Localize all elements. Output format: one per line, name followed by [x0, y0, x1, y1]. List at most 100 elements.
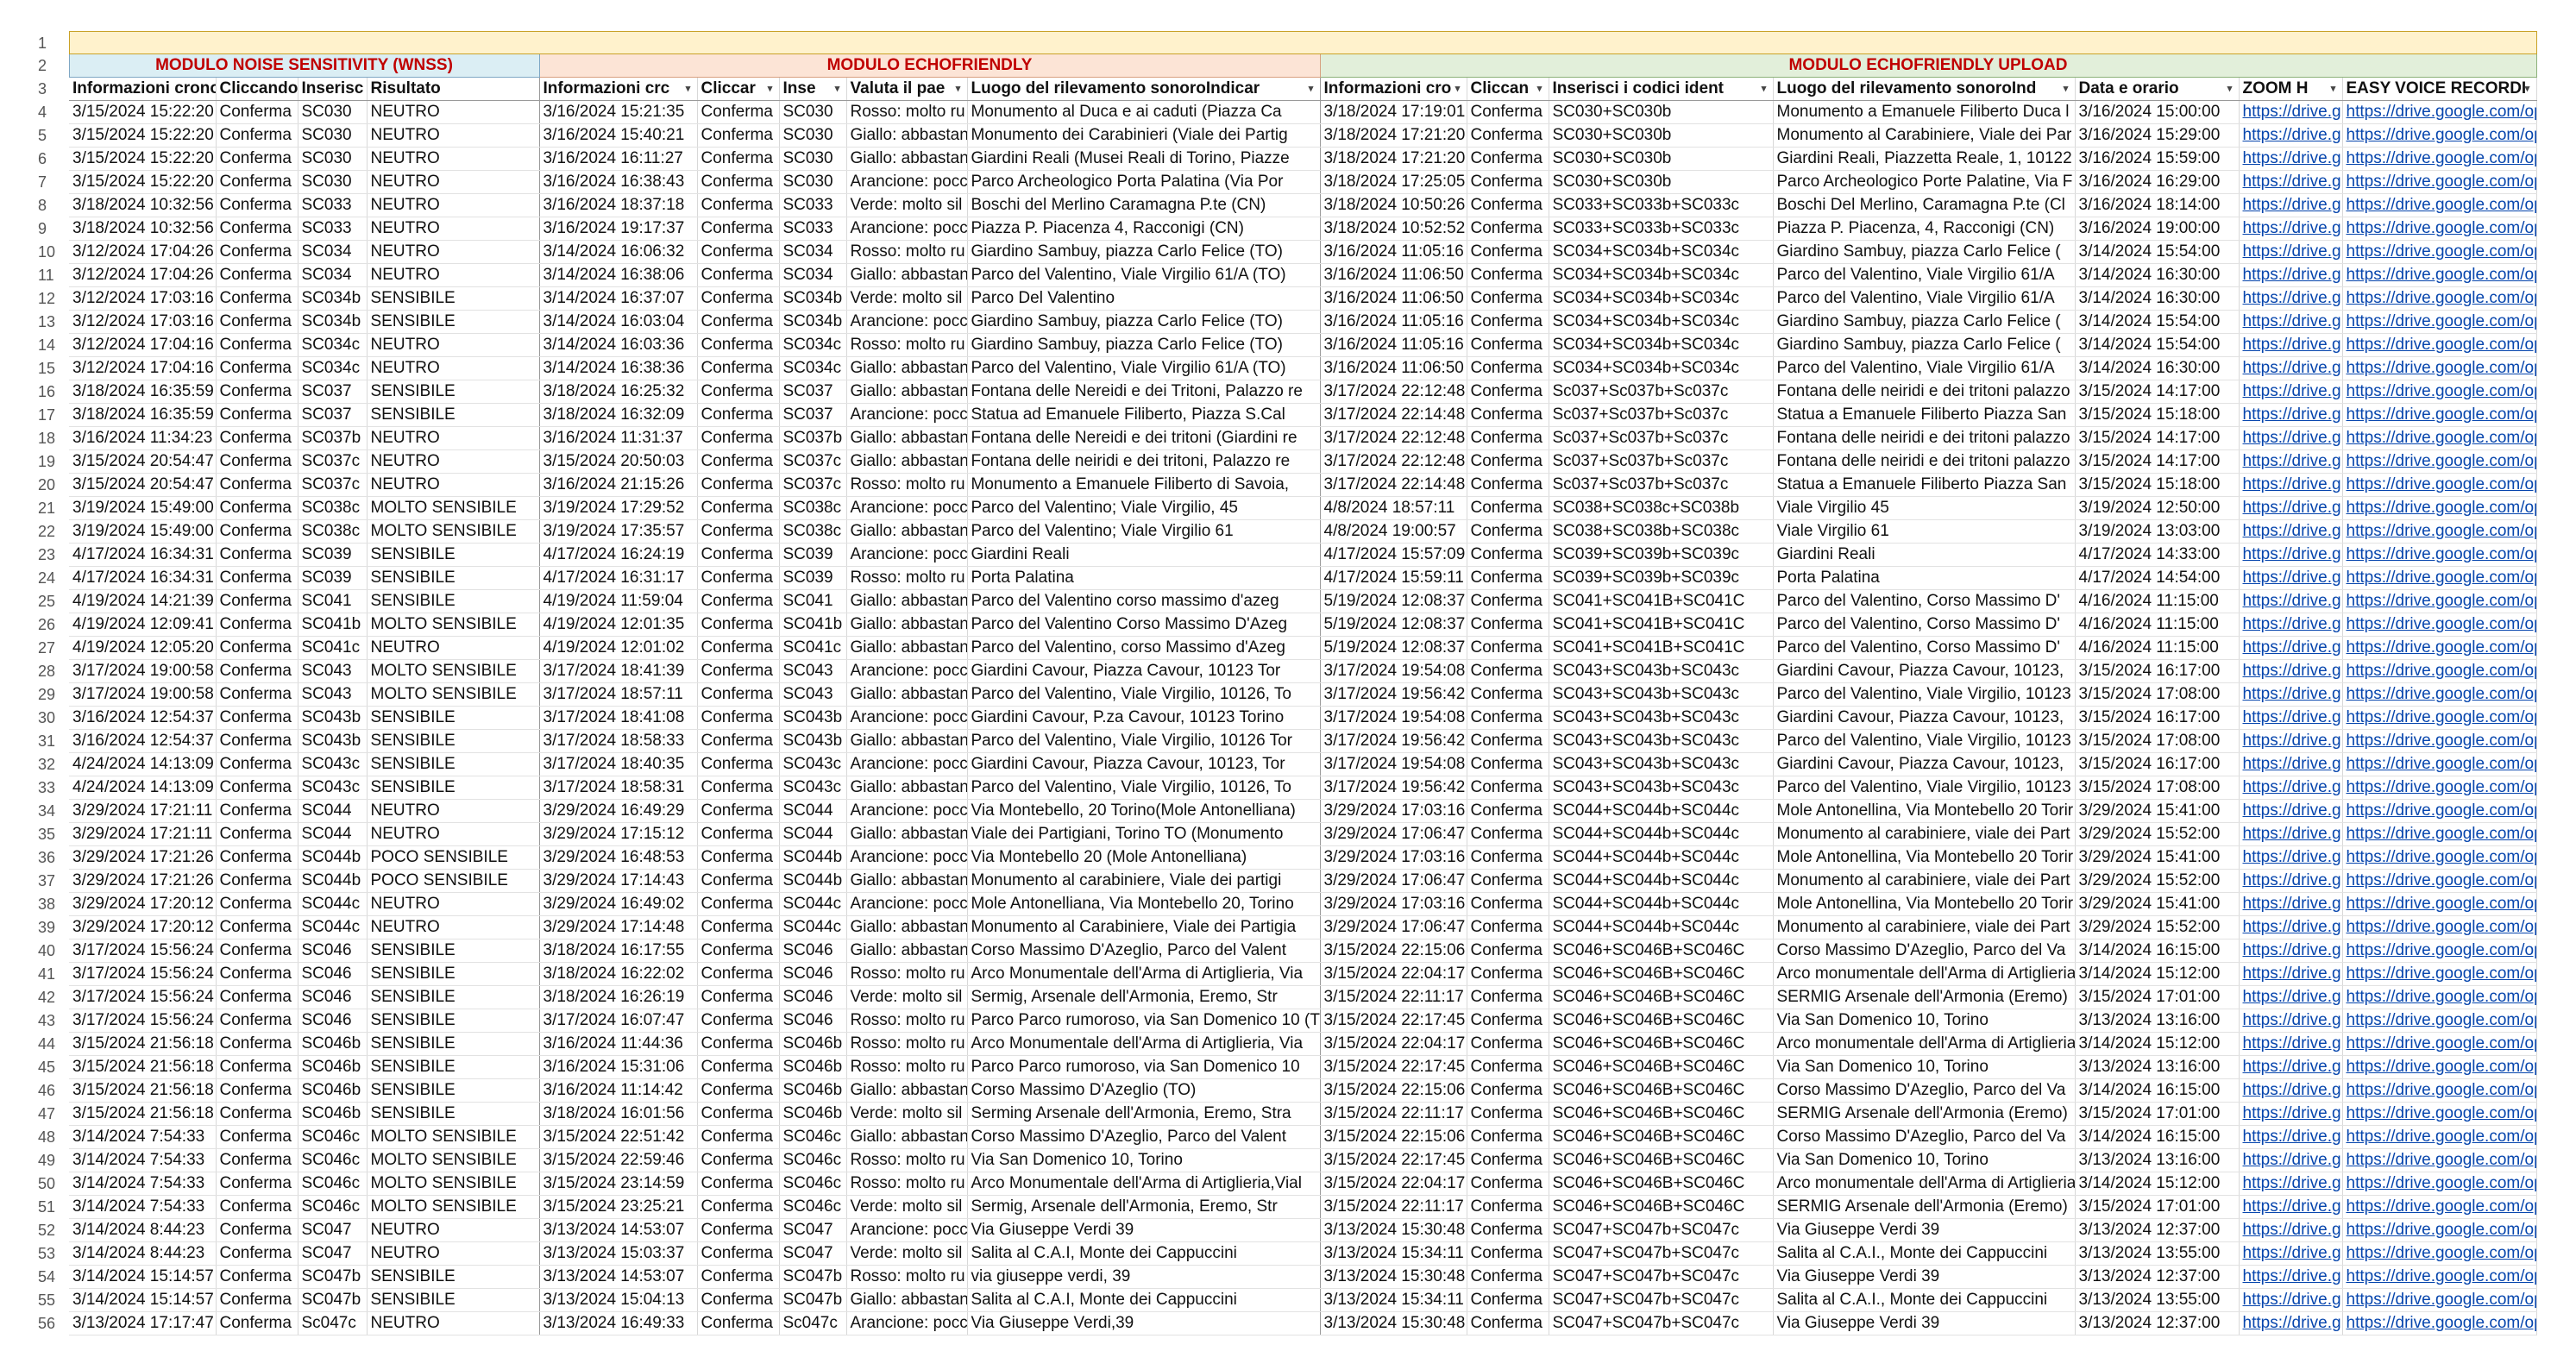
table-cell[interactable]: Conferma	[1467, 636, 1549, 660]
table-cell[interactable]: SC044b	[779, 845, 847, 870]
table-cell[interactable]: 5/19/2024 12:08:37	[1320, 613, 1467, 637]
table-cell[interactable]: Conferma	[697, 589, 780, 613]
table-cell[interactable]: 3/16/2024 12:54:37	[69, 706, 217, 730]
table-cell[interactable]: Via San Domenico 10, Torino	[967, 1148, 1321, 1172]
table-cell[interactable]: 3/14/2024 16:38:36	[539, 356, 698, 380]
table-cell[interactable]: 3/13/2024 15:04:13	[539, 1288, 698, 1312]
table-cell[interactable]: Giallo: abbastan	[846, 356, 968, 380]
drive-link-cell[interactable]: https://drive.google.com/ope	[2342, 659, 2537, 683]
table-cell[interactable]: SC047+SC047b+SC047c	[1549, 1311, 1774, 1335]
table-cell[interactable]: 3/15/2024 22:15:06	[1320, 939, 1467, 963]
table-cell[interactable]: SC034	[298, 240, 368, 264]
table-cell[interactable]: Conferma	[216, 496, 298, 520]
table-cell[interactable]: 3/15/2024 17:01:00	[2075, 1195, 2240, 1219]
filter-dropdown-icon[interactable]: ▾	[2060, 83, 2072, 95]
table-cell[interactable]: SC033+SC033b+SC033c	[1549, 193, 1774, 217]
table-cell[interactable]: Via San Domenico 10, Torino	[1773, 1148, 2076, 1172]
table-cell[interactable]: SC044	[779, 799, 847, 823]
table-cell[interactable]: Rosso: molto ru	[846, 1009, 968, 1033]
table-cell[interactable]: Conferma	[216, 403, 298, 427]
table-cell[interactable]: SC044	[779, 822, 847, 846]
table-cell[interactable]: 4/8/2024 19:00:57	[1320, 519, 1467, 544]
table-cell[interactable]: 3/15/2024 23:14:59	[539, 1172, 698, 1196]
column-header[interactable]: Inserisci i codici ident ▾	[1549, 77, 1774, 101]
table-cell[interactable]: 3/29/2024 15:52:00	[2075, 822, 2240, 846]
table-cell[interactable]: Conferma	[216, 286, 298, 311]
drive-link-cell[interactable]: https://drive.google.com/ope	[2342, 426, 2537, 450]
table-cell[interactable]: Conferma	[216, 519, 298, 544]
table-cell[interactable]: 3/14/2024 15:54:00	[2075, 310, 2240, 334]
table-cell[interactable]: SC047	[779, 1241, 847, 1266]
table-cell[interactable]: SC043c	[779, 752, 847, 776]
column-header[interactable]: Inse ▾	[779, 77, 847, 101]
table-cell[interactable]: Conferma	[1467, 426, 1549, 450]
table-cell[interactable]: Via Giuseppe Verdi 39	[1773, 1311, 2076, 1335]
table-cell[interactable]: Conferma	[216, 706, 298, 730]
table-cell[interactable]: Conferma	[216, 380, 298, 404]
table-cell[interactable]: Viale dei Partigiani, Torino TO (Monumen…	[967, 822, 1321, 846]
table-cell[interactable]: 3/13/2024 14:53:07	[539, 1218, 698, 1242]
table-cell[interactable]: SC041+SC041B+SC041C	[1549, 589, 1774, 613]
table-cell[interactable]: Monumento a Emanuele Filiberto di Savoia…	[967, 473, 1321, 497]
table-cell[interactable]: SC041	[779, 589, 847, 613]
table-cell[interactable]: SC041c	[779, 636, 847, 660]
table-cell[interactable]: SC046c	[779, 1125, 847, 1149]
table-cell[interactable]: Giallo: abbastan	[846, 636, 968, 660]
table-cell[interactable]: 4/24/2024 14:13:09	[69, 776, 217, 800]
table-cell[interactable]: Giardini Reali	[1773, 543, 2076, 567]
table-cell[interactable]: NEUTRO	[367, 636, 540, 660]
table-cell[interactable]: Parco del Valentino Corso Massimo D'Azeg	[967, 613, 1321, 637]
table-cell[interactable]: 3/12/2024 17:03:16	[69, 286, 217, 311]
table-cell[interactable]: SC039+SC039b+SC039c	[1549, 543, 1774, 567]
table-cell[interactable]: 3/29/2024 17:20:12	[69, 892, 217, 916]
row-number[interactable]: 23	[35, 543, 69, 567]
table-cell[interactable]: Via Giuseppe Verdi 39	[1773, 1265, 2076, 1289]
table-cell[interactable]: Conferma	[697, 939, 780, 963]
table-cell[interactable]: MOLTO SENSIBILE	[367, 1195, 540, 1219]
row-number[interactable]: 36	[35, 845, 69, 870]
table-cell[interactable]: SC047	[298, 1218, 368, 1242]
table-cell[interactable]: NEUTRO	[367, 356, 540, 380]
table-cell[interactable]: SC046c	[779, 1148, 847, 1172]
table-cell[interactable]: Conferma	[697, 286, 780, 311]
table-cell[interactable]: SENSIBILE	[367, 589, 540, 613]
drive-link-cell[interactable]: https://drive.google.com/ope	[2342, 589, 2537, 613]
table-cell[interactable]: Conferma	[216, 543, 298, 567]
table-cell[interactable]: Statua a Emanuele Filiberto Piazza San	[1773, 403, 2076, 427]
table-cell[interactable]: Conferma	[697, 706, 780, 730]
table-cell[interactable]: 3/29/2024 16:48:53	[539, 845, 698, 870]
table-cell[interactable]: SENSIBILE	[367, 1102, 540, 1126]
drive-link-cell[interactable]: https://drive.g	[2239, 962, 2343, 986]
table-cell[interactable]: 3/16/2024 18:37:18	[539, 193, 698, 217]
table-cell[interactable]: Via Giuseppe Verdi,39	[967, 1311, 1321, 1335]
table-cell[interactable]: 3/15/2024 15:22:20	[69, 100, 217, 124]
table-cell[interactable]: SC046	[779, 985, 847, 1009]
drive-link-cell[interactable]: https://drive.google.com/ope	[2342, 915, 2537, 940]
table-cell[interactable]: 3/29/2024 17:03:16	[1320, 845, 1467, 870]
table-cell[interactable]: Arancione: pocc	[846, 1311, 968, 1335]
table-cell[interactable]: Conferma	[697, 682, 780, 707]
table-cell[interactable]: Monumento al carabiniere, Viale dei part…	[967, 869, 1321, 893]
table-cell[interactable]: Piazza P. Piacenza 4, Racconigi (CN)	[967, 217, 1321, 241]
table-cell[interactable]: 3/17/2024 15:56:24	[69, 985, 217, 1009]
drive-link-cell[interactable]: https://drive.google.com/ope	[2342, 636, 2537, 660]
table-cell[interactable]: Conferma	[216, 147, 298, 171]
table-cell[interactable]: Parco Archeologico Porte Palatine, Via F	[1773, 170, 2076, 194]
table-cell[interactable]: 3/14/2024 16:03:04	[539, 310, 698, 334]
table-cell[interactable]: Conferma	[697, 426, 780, 450]
row-number[interactable]: 5	[35, 123, 69, 148]
drive-link-cell[interactable]: https://drive.g	[2239, 589, 2343, 613]
row-number[interactable]: 33	[35, 776, 69, 800]
table-cell[interactable]: SENSIBILE	[367, 380, 540, 404]
drive-link-cell[interactable]: https://drive.google.com/ope	[2342, 1055, 2537, 1079]
table-cell[interactable]: 3/14/2024 15:12:00	[2075, 1032, 2240, 1056]
table-cell[interactable]: Via Giuseppe Verdi 39	[967, 1218, 1321, 1242]
table-cell[interactable]: NEUTRO	[367, 915, 540, 940]
table-cell[interactable]: 3/29/2024 17:15:12	[539, 822, 698, 846]
table-cell[interactable]: SENSIBILE	[367, 776, 540, 800]
table-cell[interactable]: 3/17/2024 19:00:58	[69, 682, 217, 707]
table-cell[interactable]: 3/13/2024 13:16:00	[2075, 1055, 2240, 1079]
table-cell[interactable]: Conferma	[697, 310, 780, 334]
drive-link-cell[interactable]: https://drive.google.com/ope	[2342, 356, 2537, 380]
table-cell[interactable]: Conferma	[216, 1311, 298, 1335]
